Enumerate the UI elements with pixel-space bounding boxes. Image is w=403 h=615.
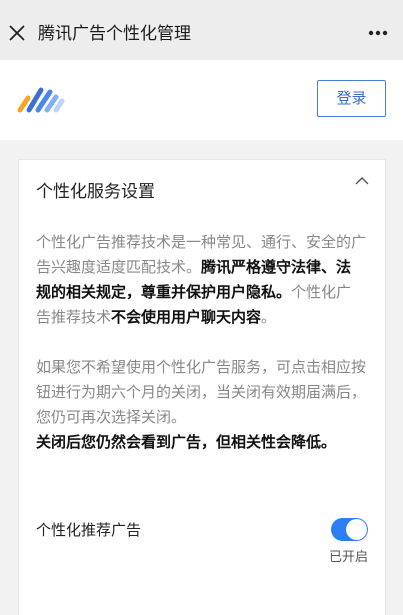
opt-out-paragraph: 如果您不希望使用个性化广告服务，可点击相应按钮进行为期六个月的关闭，当关闭有效期… [36,355,366,455]
toggle-status: 已开启 [328,550,368,565]
collapse-button[interactable] [353,172,371,190]
relevance-statement: 关闭后您仍然会看到广告，但相关性会降低。 [36,433,337,451]
tencent-ads-logo [17,87,65,113]
more-icon [368,30,388,36]
close-button[interactable] [8,24,26,42]
toggle-label: 个性化推荐广告 [36,521,142,539]
toggle-knob [346,519,367,540]
chevron-up-icon [355,177,369,185]
opt-out-text: 如果您不希望使用个性化广告服务，可点击相应按钮进行为期六个月的关闭，当关闭有效期… [36,358,367,426]
login-button[interactable]: 登录 [317,80,386,117]
personalized-ads-toggle[interactable] [331,518,368,541]
page-title: 腾讯广告个性化管理 [38,24,191,44]
description-paragraph: 个性化广告推荐技术是一种常见、通行、安全的广告兴趣度适度匹配技术。腾讯严格遵守法… [36,230,366,330]
title-bar: 腾讯广告个性化管理 [0,0,403,60]
card-title: 个性化服务设置 [36,182,155,202]
close-icon [9,25,25,41]
description-text: 。 [261,308,277,326]
personalization-settings-card: 个性化服务设置 个性化广告推荐技术是一种常见、通行、安全的广告兴趣度适度匹配技术… [18,159,386,615]
header: 登录 [0,60,403,140]
chat-content-statement: 不会使用用户聊天内容 [111,308,262,326]
more-button[interactable] [367,24,389,42]
